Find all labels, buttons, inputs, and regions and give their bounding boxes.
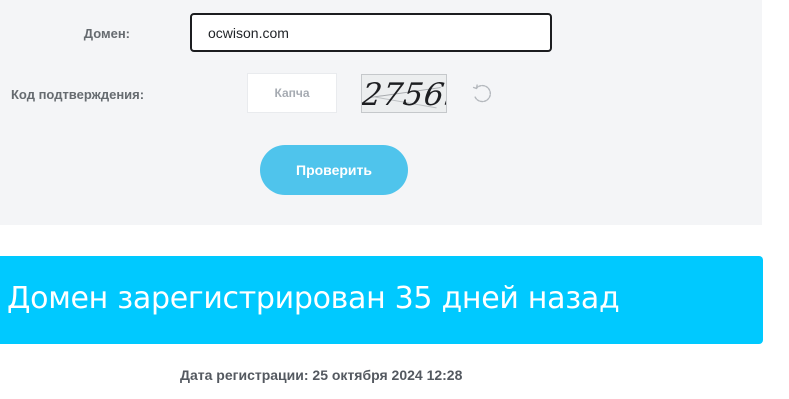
captcha-image-text: 27569 [361, 77, 447, 113]
refresh-captcha-button[interactable] [471, 82, 493, 104]
domain-check-form: Домен: Код подтверждения: 27569 Проверит… [0, 0, 762, 225]
domain-age-banner: Домен зарегистрирован 35 дней назад [0, 256, 763, 344]
verification-code-label: Код подтверждения: [11, 87, 145, 102]
captcha-image: 27569 [361, 74, 447, 113]
refresh-icon [471, 82, 493, 104]
captcha-input[interactable] [247, 73, 337, 113]
check-button[interactable]: Проверить [260, 145, 408, 195]
domain-label: Домен: [83, 26, 130, 41]
domain-input[interactable] [190, 13, 552, 52]
registration-date: Дата регистрации: 25 октября 2024 12:28 [180, 367, 463, 383]
domain-age-text: Домен зарегистрирован 35 дней назад [7, 281, 620, 316]
